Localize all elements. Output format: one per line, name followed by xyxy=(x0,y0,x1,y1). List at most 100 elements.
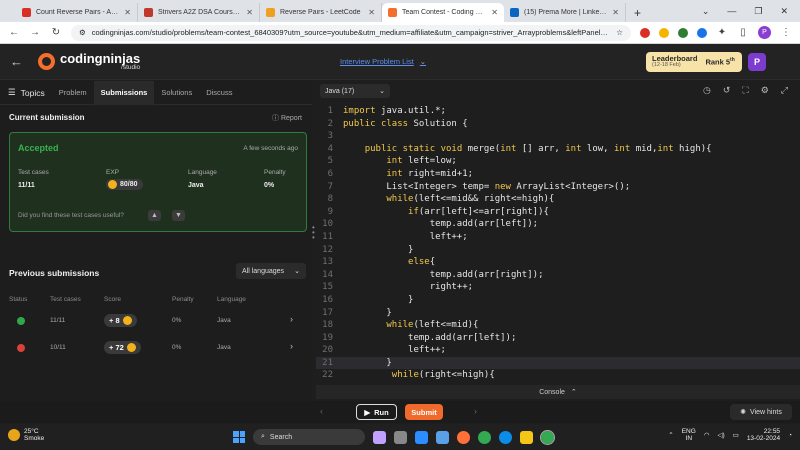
volume-icon[interactable]: ◁) xyxy=(717,431,724,439)
tab-solutions[interactable]: Solutions xyxy=(154,81,199,105)
code-line[interactable]: 2 public class Solution { xyxy=(316,118,800,131)
battery-icon[interactable]: ▭ xyxy=(733,431,739,439)
back-arrow-icon[interactable]: ← xyxy=(10,54,26,69)
code-line[interactable]: 1 import java.util.*; xyxy=(316,105,800,118)
interview-problem-list-link[interactable]: Interview Problem List ⌄ xyxy=(340,57,426,66)
input-language[interactable]: ENG IN xyxy=(682,428,696,443)
code-line[interactable]: 3 xyxy=(316,130,800,143)
clock[interactable]: 22:55 13-02-2024 xyxy=(747,428,780,443)
chevron-up-icon[interactable]: ⌃ xyxy=(668,431,673,439)
widgets-app-icon[interactable] xyxy=(373,430,386,444)
timer-icon[interactable]: ◷ xyxy=(703,85,711,96)
user-avatar[interactable]: P xyxy=(748,53,766,71)
brand-logo[interactable]: codingninjas /studio xyxy=(38,52,140,72)
chevron-left-icon[interactable]: ‹ xyxy=(320,406,323,416)
close-tab-icon[interactable]: ✕ xyxy=(124,8,131,17)
code-line[interactable]: 19 temp.add(arr[left]); xyxy=(316,332,800,345)
notification-icon[interactable]: ◔ xyxy=(788,432,792,439)
chevron-right-icon[interactable]: › xyxy=(474,406,477,416)
url-input[interactable]: ⚙ codingninjas.com/studio/problems/team-… xyxy=(71,24,631,41)
tab-submissions[interactable]: Submissions xyxy=(93,80,155,105)
firefox-app-icon[interactable] xyxy=(457,430,470,444)
table-row[interactable]: 11/11 + 8 0% Java › xyxy=(0,309,312,333)
windows-start-icon[interactable] xyxy=(233,431,245,443)
minimize-icon[interactable]: — xyxy=(727,6,736,16)
code-line[interactable]: 6 int right=mid+1; xyxy=(316,168,800,181)
tab-discuss[interactable]: Discuss xyxy=(199,81,239,105)
tab-problem[interactable]: Problem xyxy=(52,81,94,105)
code-line[interactable]: 5 int left=low; xyxy=(316,155,800,168)
puzzle-icon[interactable]: ✦ xyxy=(716,27,728,38)
language-filter-select[interactable]: All languages ⌄ xyxy=(236,263,306,279)
maximize-icon[interactable]: ❐ xyxy=(754,6,762,17)
gear-icon[interactable]: ⚙ xyxy=(761,85,769,96)
forward-icon[interactable]: → xyxy=(29,27,41,38)
store-app-icon[interactable] xyxy=(436,430,449,444)
task-view-icon[interactable] xyxy=(394,430,407,444)
tab-topics[interactable]: ☰ Topics xyxy=(8,81,52,105)
browser-tab[interactable]: Strivers A2Z DSA Course/Sheet ✕ xyxy=(138,3,260,22)
chrome-active-icon[interactable] xyxy=(540,429,555,445)
code-line[interactable]: 17 } xyxy=(316,307,800,320)
thumbs-up-icon[interactable]: ▲ xyxy=(148,210,161,221)
close-tab-icon[interactable]: ✕ xyxy=(612,8,619,17)
report-button[interactable]: ⓘ Report xyxy=(272,113,302,123)
close-tab-icon[interactable]: ✕ xyxy=(246,8,253,17)
code-line[interactable]: 21 } xyxy=(316,356,800,370)
code-line[interactable]: 15 right++; xyxy=(316,281,800,294)
browser-tab[interactable]: Reverse Pairs - LeetCode ✕ xyxy=(260,3,382,22)
browser-tab[interactable]: Team Contest - Coding Ninjas ✕ xyxy=(382,3,504,22)
console-toggle[interactable]: Console ⌃ xyxy=(316,385,800,399)
zoom-app-icon[interactable] xyxy=(415,430,428,444)
reset-icon[interactable]: ↺ xyxy=(723,85,731,96)
code-line[interactable]: 4 public static void merge(int [] arr, i… xyxy=(316,143,800,156)
table-row[interactable]: 10/11 + 72 0% Java › xyxy=(0,336,312,360)
code-line[interactable]: 12 } xyxy=(316,244,800,257)
weather-widget[interactable]: 25°C Smoke xyxy=(8,428,44,443)
menu-kebab-icon[interactable]: ⋮ xyxy=(780,27,792,38)
extension-icon[interactable] xyxy=(678,27,688,38)
close-tab-icon[interactable]: ✕ xyxy=(368,8,375,17)
browser-tab[interactable]: Count Reverse Pairs - Arrays - T ✕ xyxy=(16,3,138,22)
reload-icon[interactable]: ↻ xyxy=(50,27,62,38)
extension-icon[interactable] xyxy=(640,27,650,38)
panel-resize-handle[interactable]: • • • xyxy=(312,223,315,241)
code-line[interactable]: 18 while(left<=mid){ xyxy=(316,319,800,332)
language-select[interactable]: Java (17) ⌄ xyxy=(320,84,390,98)
code-line[interactable]: 22 while(right<=high){ xyxy=(316,369,800,381)
file-explorer-icon[interactable] xyxy=(520,430,533,444)
chevron-right-icon[interactable]: › xyxy=(290,341,293,351)
chevron-down-icon[interactable]: ⌄ xyxy=(702,6,710,17)
close-tab-icon[interactable]: ✕ xyxy=(491,8,498,17)
code-line[interactable]: 8 while(left<=mid&& right<=high){ xyxy=(316,193,800,206)
profile-avatar[interactable]: P xyxy=(758,26,771,39)
taskbar-search[interactable]: ⌕ Search xyxy=(253,429,365,445)
code-line[interactable]: 10 temp.add(arr[left]); xyxy=(316,218,800,231)
bookmark-star-icon[interactable]: ☆ xyxy=(616,28,623,37)
browser-tab[interactable]: (15) Prema More | LinkedIn ✕ xyxy=(504,3,626,22)
back-icon[interactable]: ← xyxy=(8,27,20,38)
new-tab-button[interactable]: + xyxy=(626,3,649,22)
code-line[interactable]: 13 else{ xyxy=(316,256,800,269)
run-button[interactable]: ▶ Run xyxy=(356,404,397,420)
extension-icon[interactable] xyxy=(697,27,707,38)
extension-icon[interactable] xyxy=(659,27,669,38)
chrome-app-icon[interactable] xyxy=(478,430,491,444)
chevron-right-icon[interactable]: › xyxy=(290,314,293,324)
close-icon[interactable]: ✕ xyxy=(780,6,788,17)
expand-icon[interactable]: ⤢ xyxy=(781,85,788,96)
fullscreen-icon[interactable]: ⛶ xyxy=(742,85,748,96)
thumbs-down-icon[interactable]: ▼ xyxy=(172,210,185,221)
code-area[interactable]: 1 import java.util.*; 2 public class Soluti… xyxy=(316,105,800,381)
code-line[interactable]: 9 if(arr[left]<=arr[right]){ xyxy=(316,206,800,219)
sidepanel-icon[interactable]: ▯ xyxy=(737,27,749,38)
code-line[interactable]: 20 left++; xyxy=(316,344,800,357)
code-line[interactable]: 7 List<Integer> temp= new ArrayList<Inte… xyxy=(316,181,800,194)
leaderboard-button[interactable]: Leaderboard (12-18 Feb) Rank 5th xyxy=(646,52,742,72)
site-info-icon[interactable]: ⚙ xyxy=(79,28,86,37)
view-hints-button[interactable]: ✺ View hints xyxy=(730,404,792,420)
submit-button[interactable]: Submit xyxy=(405,404,443,420)
code-line[interactable]: 14 temp.add(arr[right]); xyxy=(316,269,800,282)
edge-app-icon[interactable] xyxy=(499,430,512,444)
code-line[interactable]: 16 } xyxy=(316,294,800,307)
